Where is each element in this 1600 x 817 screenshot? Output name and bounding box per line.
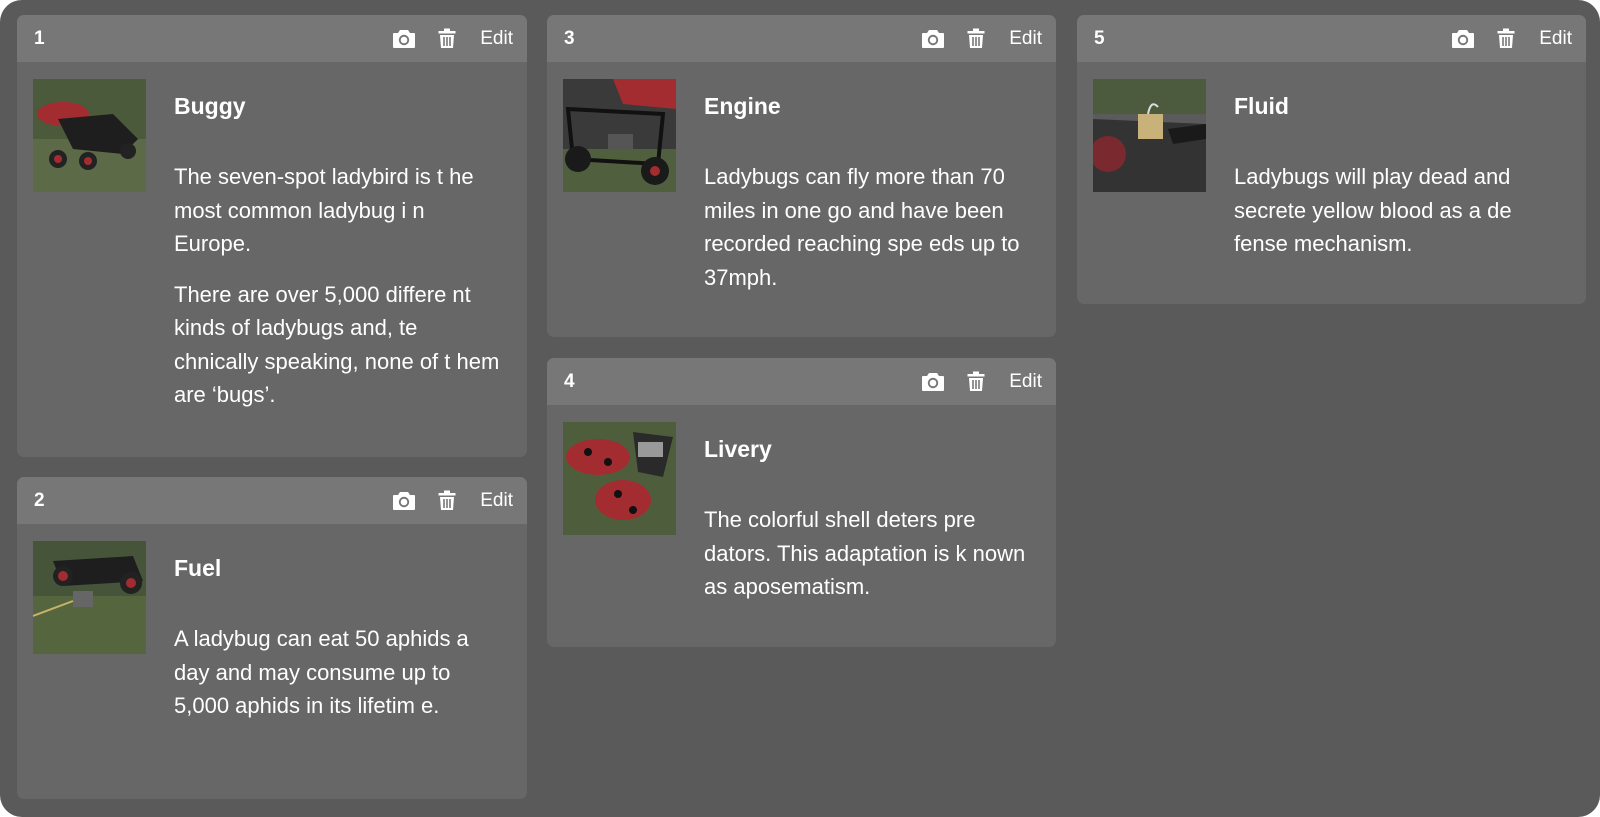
card-number: 3 (564, 28, 575, 49)
card-thumbnail (33, 79, 146, 192)
card-thumbnail (563, 422, 676, 535)
card-5: 5 Edit Fluid Ladybugs will play dead and… (1077, 15, 1586, 304)
card-body: The colorful shell deters pre dators. Th… (704, 503, 1039, 621)
card-title: Livery (704, 436, 772, 462)
card-body: Ladybugs can fly more than 70 miles in o… (704, 160, 1039, 311)
edit-button[interactable]: Edit (480, 490, 513, 512)
card-paragraph: Ladybugs can fly more than 70 miles in o… (704, 164, 1020, 290)
card-1: 1 Edit Buggy The seven-spot ladybird is … (17, 15, 527, 457)
card-body: The seven-spot ladybird is t he most com… (174, 160, 504, 429)
card-paragraph: The seven-spot ladybird is t he most com… (174, 164, 474, 256)
camera-icon[interactable] (920, 369, 946, 395)
card-tools: Edit (920, 25, 1042, 52)
edit-button[interactable]: Edit (1009, 28, 1042, 50)
trash-icon[interactable] (434, 488, 460, 514)
card-tools: Edit (391, 25, 513, 52)
card-thumbnail (563, 79, 676, 192)
trash-icon[interactable] (434, 26, 460, 52)
card-title: Engine (704, 93, 781, 119)
card-header: 4 Edit (547, 358, 1056, 405)
card-tools: Edit (920, 368, 1042, 395)
camera-icon[interactable] (391, 488, 417, 514)
card-thumbnail (33, 541, 146, 654)
edit-button[interactable]: Edit (480, 28, 513, 50)
card-title: Buggy (174, 93, 246, 119)
trash-icon[interactable] (1493, 26, 1519, 52)
card-header: 1 Edit (17, 15, 527, 62)
card-header: 2 Edit (17, 477, 527, 524)
trash-icon[interactable] (963, 26, 989, 52)
card-tools: Edit (391, 487, 513, 514)
card-body: A ladybug can eat 50 aphids a day and ma… (174, 622, 504, 740)
card-number: 4 (564, 371, 575, 392)
card-number: 2 (34, 490, 45, 511)
camera-icon[interactable] (1450, 26, 1476, 52)
card-paragraph: A ladybug can eat 50 aphids a day and ma… (174, 626, 469, 718)
card-title: Fluid (1234, 93, 1289, 119)
board: 1 Edit Buggy The seven-spot ladybird is … (0, 0, 1600, 817)
card-paragraph: There are over 5,000 differe nt kinds of… (174, 281, 500, 408)
card-header: 3 Edit (547, 15, 1056, 62)
edit-button[interactable]: Edit (1009, 371, 1042, 393)
card-title: Fuel (174, 555, 222, 581)
card-header: 5 Edit (1077, 15, 1586, 62)
card-number: 5 (1094, 28, 1105, 49)
card-4: 4 Edit Livery The colorful shell deters … (547, 358, 1056, 647)
card-thumbnail (1093, 79, 1206, 192)
card-tools: Edit (1450, 25, 1572, 52)
card-number: 1 (34, 28, 45, 49)
camera-icon[interactable] (391, 26, 417, 52)
trash-icon[interactable] (963, 369, 989, 395)
card-paragraph: The colorful shell deters pre dators. Th… (704, 507, 1026, 599)
card-body: Ladybugs will play dead and secrete yell… (1234, 160, 1569, 278)
camera-icon[interactable] (920, 26, 946, 52)
card-2: 2 Edit Fuel A ladybug can eat 50 aphids … (17, 477, 527, 799)
card-3: 3 Edit Engine Ladybugs can fly more than… (547, 15, 1056, 337)
edit-button[interactable]: Edit (1539, 28, 1572, 50)
card-paragraph: Ladybugs will play dead and secrete yell… (1234, 164, 1512, 256)
